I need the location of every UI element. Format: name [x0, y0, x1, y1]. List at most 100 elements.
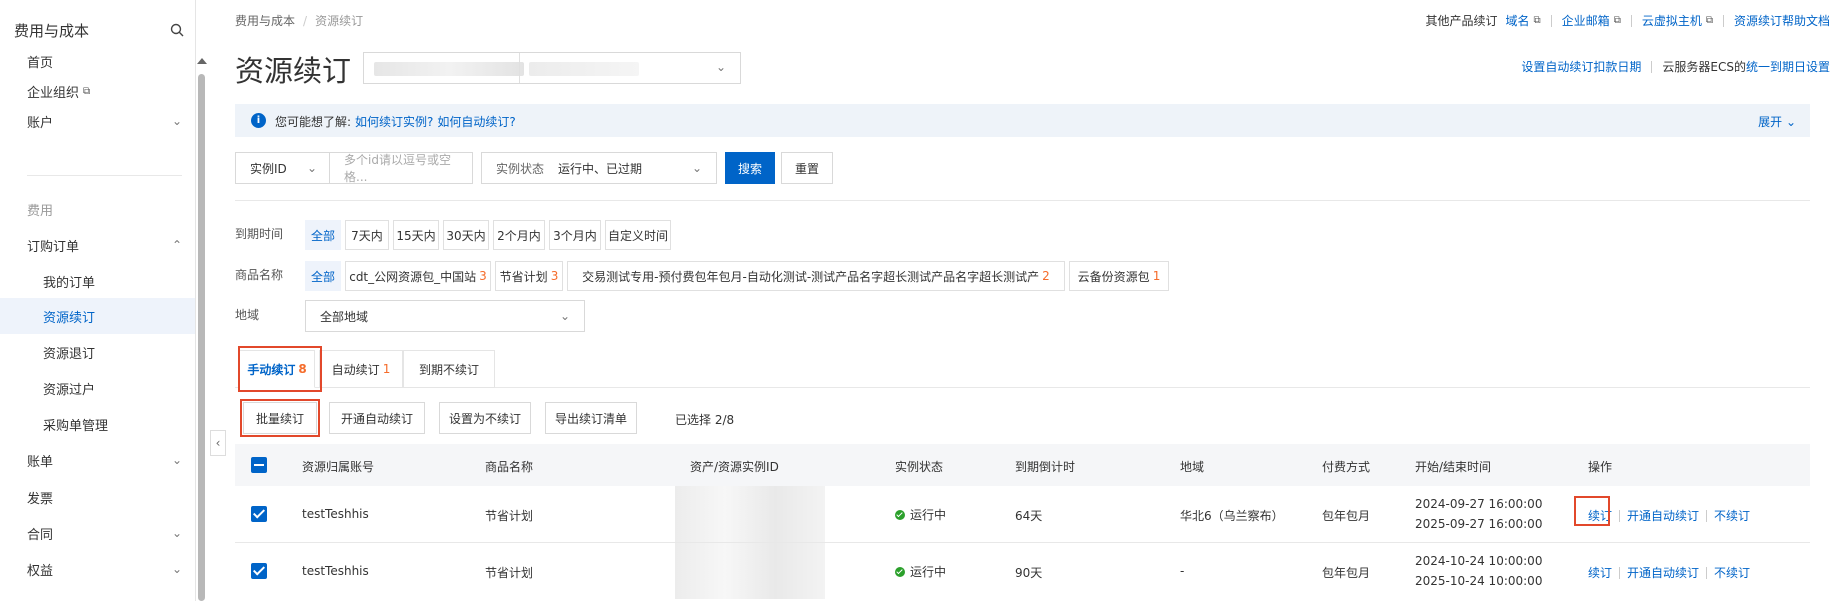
product-opt-cdt[interactable]: cdt_公网资源包_中国站 3 [345, 261, 491, 291]
blurred-account-2 [529, 62, 639, 76]
row-checkbox[interactable] [251, 506, 267, 522]
cell-account: testTeshhis [302, 507, 369, 521]
link-separator [1722, 14, 1724, 27]
product-opt-savings[interactable]: 节省计划 3 [495, 261, 563, 291]
expire-opt-7d[interactable]: 7天内 [345, 220, 389, 250]
running-status-icon [895, 510, 905, 520]
scroll-up-arrow[interactable] [197, 58, 207, 64]
cell-countdown: 64天 [1015, 509, 1043, 523]
sidebar-item-home[interactable]: 首页 [27, 50, 182, 72]
sidebar-collapse-button[interactable]: ‹ [210, 430, 226, 456]
sidebar-scrollbar[interactable] [198, 74, 205, 601]
enable-auto-renew-link[interactable]: 开通自动续订 [1627, 564, 1699, 581]
chevron-down-icon: ⌄ [306, 161, 317, 175]
chevron-down-icon: ⌄ [171, 453, 182, 467]
vhost-link[interactable]: 云虚拟主机 [1642, 12, 1702, 29]
cell-end-time: 2025-10-24 10:00:00 [1415, 574, 1543, 588]
cell-start-time: 2024-09-27 16:00:00 [1415, 497, 1543, 511]
sidebar-item-contract[interactable]: 合同 ⌄ [27, 522, 182, 544]
cell-pay: 包年包月 [1322, 509, 1371, 523]
enable-auto-renew-link[interactable]: 开通自动续订 [1627, 507, 1699, 524]
sidebar-item-account[interactable]: 账户 ⌄ [27, 110, 182, 132]
info-icon: i [251, 113, 266, 128]
how-renew-link[interactable]: 如何续订实例? [355, 115, 433, 129]
select-divider [519, 53, 520, 83]
expire-opt-30d[interactable]: 30天内 [443, 220, 489, 250]
chevron-down-icon: ⌄ [171, 562, 182, 576]
expire-filter-label: 到期时间 [235, 227, 284, 241]
row-ops: 续订 开通自动续订 不续订 [1588, 507, 1750, 524]
account-select[interactable]: ⌄ [363, 52, 741, 84]
page-title: 资源续订 [235, 54, 352, 88]
product-opt-test[interactable]: 交易测试专用-预付费包年包月-自动化测试-测试产品名字超长测试产品名字超长测试产… [567, 261, 1065, 291]
cell-instance-id-blurred [675, 543, 825, 599]
sidebar-item-purchase[interactable]: 采购单管理 [43, 413, 193, 435]
how-auto-renew-link[interactable]: 如何自动续订? [437, 115, 515, 129]
chevron-down-icon: ⌄ [171, 114, 182, 128]
expire-opt-all[interactable]: 全部 [305, 220, 341, 250]
highlight-box-batch [240, 399, 320, 437]
th-time: 开始/结束时间 [1415, 460, 1492, 474]
help-doc-link[interactable]: 资源续订帮助文档 [1734, 12, 1830, 29]
set-no-renew-button[interactable]: 设置为不续订 [439, 402, 531, 434]
link-separator [1706, 566, 1708, 579]
reset-button[interactable]: 重置 [781, 152, 833, 184]
sidebar-item-rights[interactable]: 权益 ⌄ [27, 558, 182, 580]
chevron-left-icon: ‹ [215, 436, 221, 450]
tab-auto-renew[interactable]: 自动续订 1 [319, 350, 403, 388]
unify-expire-link[interactable]: 统一到期日设置 [1746, 58, 1830, 75]
cell-end-time: 2025-09-27 16:00:00 [1415, 517, 1543, 531]
external-link-icon: ⧉ [83, 85, 91, 97]
row-checkbox[interactable] [251, 563, 267, 579]
breadcrumb-root[interactable]: 费用与成本 [235, 14, 295, 28]
chevron-down-icon: ⌄ [715, 60, 726, 74]
enable-auto-renew-button[interactable]: 开通自动续订 [329, 402, 425, 434]
sidebar-item-transfer[interactable]: 资源过户 [43, 377, 193, 399]
mail-link[interactable]: 企业邮箱 [1562, 12, 1610, 29]
breadcrumb-current: 资源续订 [315, 14, 364, 28]
export-list-button[interactable]: 导出续订清单 [545, 402, 637, 434]
expand-button[interactable]: 展开 ⌄ [1758, 113, 1796, 130]
selected-count: 已选择 2/8 [675, 413, 735, 427]
cell-status: 运行中 [895, 563, 946, 580]
cell-product: 节省计划 [485, 566, 534, 580]
sidebar-item-refund[interactable]: 资源退订 [43, 341, 193, 363]
product-opt-all[interactable]: 全部 [305, 261, 341, 291]
expire-opt-custom[interactable]: 自定义时间 [605, 220, 671, 250]
region-select[interactable]: 全部地域 ⌄ [305, 300, 585, 332]
no-renew-link[interactable]: 不续订 [1714, 507, 1750, 524]
sidebar-group-fees: 费用 [27, 203, 54, 219]
id-search-input[interactable]: 多个id请以逗号或空格... [329, 152, 473, 184]
expire-opt-3m[interactable]: 3个月内 [549, 220, 601, 250]
search-button[interactable]: 搜索 [725, 152, 775, 184]
main-content: 费用与成本 / 资源续订 其他产品续订 域名 ⧉ 企业邮箱 ⧉ 云虚拟主机 ⧉ 资源续订帮… [235, 0, 1835, 601]
select-all-checkbox[interactable] [251, 457, 267, 473]
chevron-down-icon: ⌄ [1785, 115, 1796, 129]
product-opt-backup[interactable]: 云备份资源包 1 [1069, 261, 1169, 291]
cell-start-time: 2024-10-24 10:00:00 [1415, 554, 1543, 568]
sidebar-item-orders[interactable]: 订购订单 ⌃ [27, 234, 182, 256]
sidebar-item-my-orders[interactable]: 我的订单 [43, 270, 193, 292]
expire-opt-15d[interactable]: 15天内 [393, 220, 439, 250]
highlight-box-renew [1574, 496, 1610, 526]
tab-no-renew[interactable]: 到期不续订 [403, 350, 495, 388]
sidebar-item-org[interactable]: 企业组织 ⧉ [27, 80, 182, 102]
search-icon[interactable] [170, 23, 184, 37]
chevron-down-icon: ⌄ [691, 161, 702, 175]
status-select[interactable]: 实例状态 运行中、已过期 ⌄ [481, 152, 717, 184]
cell-countdown: 90天 [1015, 566, 1043, 580]
set-deduct-date-link[interactable]: 设置自动续订扣款日期 [1521, 58, 1641, 75]
no-renew-link[interactable]: 不续订 [1714, 564, 1750, 581]
id-field-select[interactable]: 实例ID ⌄ [235, 152, 329, 184]
renew-link[interactable]: 续订 [1588, 564, 1612, 581]
th-product: 商品名称 [485, 460, 534, 474]
blurred-account [374, 62, 524, 76]
domain-link[interactable]: 域名 [1506, 12, 1530, 29]
sidebar-item-invoice[interactable]: 发票 [27, 486, 182, 508]
sidebar-item-renew[interactable]: 资源续订 [43, 305, 193, 327]
expire-opt-2m[interactable]: 2个月内 [493, 220, 545, 250]
cell-region: - [1180, 564, 1185, 578]
sidebar-item-bills[interactable]: 账单 ⌄ [27, 449, 182, 471]
th-ops: 操作 [1588, 460, 1613, 474]
sidebar-divider [27, 175, 182, 176]
